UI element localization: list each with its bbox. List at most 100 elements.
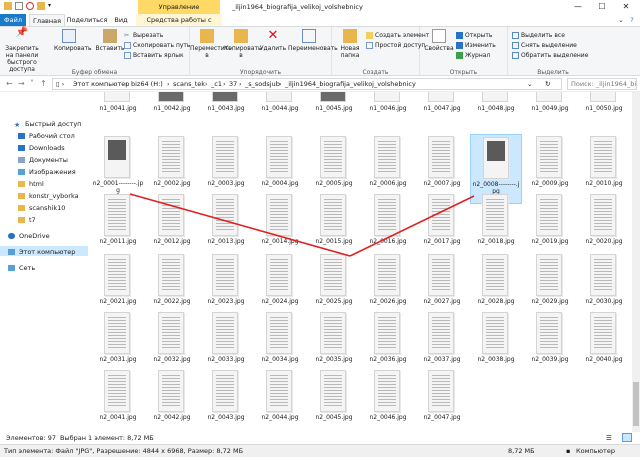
sidebar-item-documents[interactable]: Документы bbox=[18, 156, 68, 164]
properties-button[interactable]: Свойства bbox=[424, 29, 454, 52]
file-thumbnail[interactable] bbox=[428, 92, 454, 102]
file-item[interactable]: n2_0018.jpg bbox=[470, 192, 522, 252]
file-item[interactable]: n2_0025.jpg bbox=[308, 252, 360, 312]
file-item[interactable]: n2_0022.jpg bbox=[146, 252, 198, 312]
file-thumbnail[interactable] bbox=[266, 92, 292, 102]
file-item[interactable]: n2_0029.jpg bbox=[524, 252, 576, 312]
sidebar-item-network[interactable]: Сеть bbox=[8, 264, 35, 272]
breadcrumb-scans-tek[interactable]: scans_tek bbox=[173, 80, 205, 88]
file-thumbnail[interactable] bbox=[590, 92, 616, 102]
paste-button[interactable]: Вставить bbox=[94, 29, 126, 52]
tab-share[interactable]: Поделиться bbox=[66, 14, 108, 26]
sidebar-item-downloads[interactable]: Downloads bbox=[18, 144, 65, 152]
sidebar-item-onedrive[interactable]: OneDrive bbox=[8, 232, 50, 240]
delete-button[interactable]: ✕ Удалить bbox=[258, 29, 288, 53]
file-item[interactable]: n2_0014.jpg bbox=[254, 192, 306, 252]
file-item[interactable]: n2_0028.jpg bbox=[470, 252, 522, 312]
sidebar-item-scanshik[interactable]: scanshik10 bbox=[18, 204, 65, 212]
new-folder-button[interactable]: Новая папка bbox=[336, 29, 364, 59]
copy-to-button[interactable]: Копировать в bbox=[224, 29, 261, 59]
details-view-icon[interactable]: ☰ bbox=[606, 432, 612, 444]
file-item[interactable]: n2_0041.jpg bbox=[92, 368, 144, 428]
file-thumbnail[interactable] bbox=[536, 92, 562, 102]
up-arrow-icon[interactable]: ↑ bbox=[40, 79, 47, 88]
file-item[interactable]: n2_0023.jpg bbox=[200, 252, 252, 312]
chevron-down-icon[interactable]: ⌄ bbox=[616, 14, 626, 26]
file-item[interactable]: n2_0013.jpg bbox=[200, 192, 252, 252]
file-item[interactable]: n2_0010.jpg bbox=[578, 134, 630, 194]
file-item[interactable]: n2_0034.jpg bbox=[254, 310, 306, 370]
invert-selection-button[interactable]: Обратить выделение bbox=[512, 52, 588, 60]
breadcrumb-current-folder[interactable]: _iljin1964_biografija_velikoj_volshebnic… bbox=[285, 80, 416, 88]
file-item[interactable]: n2_0047.jpg bbox=[416, 368, 468, 428]
back-arrow-icon[interactable]: ← bbox=[6, 79, 13, 88]
file-thumbnail[interactable] bbox=[482, 92, 508, 102]
sidebar-item-quick-access[interactable]: ★ Быстрый доступ bbox=[14, 120, 81, 129]
refresh-icon[interactable]: ↻ bbox=[545, 80, 550, 88]
file-item[interactable]: n2_0020.jpg bbox=[578, 192, 630, 252]
file-item[interactable]: n2_0044.jpg bbox=[254, 368, 306, 428]
edit-button[interactable]: Изменить bbox=[456, 42, 496, 50]
file-item[interactable]: n2_0017.jpg bbox=[416, 192, 468, 252]
undo-icon[interactable] bbox=[26, 2, 34, 10]
file-item[interactable]: n2_0031.jpg bbox=[92, 310, 144, 370]
file-item[interactable]: n2_0027.jpg bbox=[416, 252, 468, 312]
file-thumbnail[interactable] bbox=[158, 92, 184, 102]
rename-button[interactable]: Переименовать bbox=[288, 29, 338, 52]
file-item[interactable]: n2_0011.jpg bbox=[92, 192, 144, 252]
file-item[interactable]: n2_0026.jpg bbox=[362, 252, 414, 312]
thumbnails-view-icon[interactable] bbox=[622, 433, 632, 442]
breadcrumb-this-pc[interactable]: Этот компьютер bbox=[73, 80, 129, 88]
select-none-button[interactable]: Снять выделение bbox=[512, 42, 577, 50]
sidebar-item-html[interactable]: html bbox=[18, 180, 44, 188]
tab-view[interactable]: Вид bbox=[110, 14, 132, 26]
tab-picture-tools[interactable]: Средства работы с рисунками bbox=[136, 14, 222, 36]
file-thumbnail[interactable] bbox=[374, 92, 400, 102]
sidebar-item-this-pc[interactable]: Этот компьютер bbox=[8, 248, 75, 256]
search-input[interactable]: Поиск: _iljin1964_biografija... bbox=[567, 78, 637, 90]
file-item[interactable]: n2_0007.jpg bbox=[416, 134, 468, 194]
minimize-button[interactable]: — bbox=[566, 0, 590, 14]
file-item[interactable]: n2_0032.jpg bbox=[146, 310, 198, 370]
maximize-button[interactable]: ☐ bbox=[590, 0, 614, 14]
cut-button[interactable]: ✂ Вырезать bbox=[124, 32, 163, 40]
file-item[interactable]: n2_0036.jpg bbox=[362, 310, 414, 370]
file-item[interactable]: n2_0035.jpg bbox=[308, 310, 360, 370]
file-item[interactable]: n2_0037.jpg bbox=[416, 310, 468, 370]
file-item[interactable]: n2_0030.jpg bbox=[578, 252, 630, 312]
file-item[interactable]: n2_0039.jpg bbox=[524, 310, 576, 370]
file-item[interactable]: n2_0043.jpg bbox=[200, 368, 252, 428]
help-icon[interactable]: ? bbox=[627, 14, 637, 26]
file-item[interactable]: n2_0042.jpg bbox=[146, 368, 198, 428]
file-item[interactable]: n2_0004.jpg bbox=[254, 134, 306, 194]
file-item[interactable]: n2_0033.jpg bbox=[200, 310, 252, 370]
file-item[interactable]: n2_0015.jpg bbox=[308, 192, 360, 252]
file-item[interactable]: n2_0040.jpg bbox=[578, 310, 630, 370]
copy-path-button[interactable]: Скопировать путь bbox=[124, 42, 190, 50]
file-item[interactable]: n2_0001--------.jpg bbox=[92, 134, 144, 194]
file-item[interactable]: n2_0024.jpg bbox=[254, 252, 306, 312]
address-bar[interactable]: ▯ › Этот компьютер › biz64 (H:) › scans_… bbox=[52, 78, 562, 90]
breadcrumb-c1[interactable]: _c1 bbox=[211, 80, 222, 88]
file-item[interactable]: n2_0019.jpg bbox=[524, 192, 576, 252]
pin-button[interactable]: 📌 Закрепить на панели быстрого доступа bbox=[2, 28, 42, 74]
move-to-button[interactable]: Переместить в bbox=[190, 29, 232, 59]
breadcrumb-37[interactable]: 37 bbox=[229, 80, 237, 88]
checkbox-icon[interactable] bbox=[15, 2, 23, 10]
sidebar-item-pictures[interactable]: Изображения bbox=[18, 168, 76, 176]
file-item[interactable]: n2_0002.jpg bbox=[146, 134, 198, 194]
breadcrumb-drive[interactable]: biz64 (H:) bbox=[131, 80, 163, 88]
breadcrumb-s-sodsjub[interactable]: _s_sodsjub bbox=[245, 80, 280, 88]
tab-file[interactable]: Файл bbox=[0, 14, 26, 26]
folder-icon[interactable] bbox=[4, 2, 12, 10]
close-button[interactable]: ✕ bbox=[614, 0, 638, 14]
recent-chevron-icon[interactable]: ˅ bbox=[30, 79, 34, 88]
file-item[interactable]: n2_0009.jpg bbox=[524, 134, 576, 194]
file-thumbnail[interactable] bbox=[104, 92, 130, 102]
open-button[interactable]: Открыть bbox=[456, 32, 492, 40]
file-item[interactable]: n2_0016.jpg bbox=[362, 192, 414, 252]
file-item[interactable]: n2_0021.jpg bbox=[92, 252, 144, 312]
sidebar-item-desktop[interactable]: Рабочий стол bbox=[18, 132, 75, 140]
file-item[interactable]: n2_0038.jpg bbox=[470, 310, 522, 370]
file-thumbnail[interactable] bbox=[320, 92, 346, 102]
